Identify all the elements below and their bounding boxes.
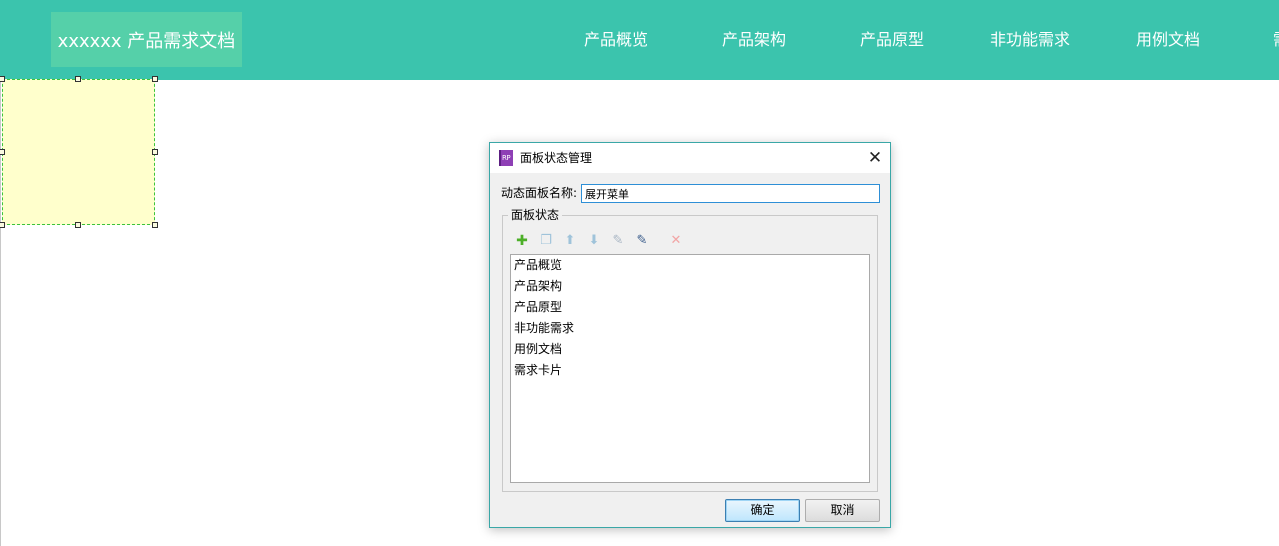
resize-handle-bottom-center[interactable]: [75, 222, 81, 228]
close-icon[interactable]: ✕: [864, 147, 886, 169]
nav-item-nonfunctional-requirements[interactable]: 非功能需求: [990, 29, 1070, 51]
move-down-icon[interactable]: ⬇: [586, 233, 602, 249]
dialog-title: 面板状态管理: [520, 151, 593, 165]
list-item[interactable]: 产品概览: [514, 255, 562, 276]
panel-name-label: 动态面板名称:: [501, 186, 578, 200]
nav-item-product-prototype[interactable]: 产品原型: [860, 29, 924, 51]
resize-handle-middle-left[interactable]: [0, 149, 5, 155]
cancel-button[interactable]: 取消: [805, 499, 880, 522]
edit-all-states-icon[interactable]: ✎: [634, 233, 650, 249]
duplicate-icon[interactable]: ❐: [538, 233, 554, 249]
panel-name-input[interactable]: [581, 184, 880, 203]
nav-item-requirements-cut[interactable]: 需: [1273, 29, 1279, 51]
nav-item-product-overview[interactable]: 产品概览: [584, 29, 648, 51]
resize-handle-top-left[interactable]: [0, 76, 5, 82]
list-item[interactable]: 需求卡片: [514, 360, 562, 381]
dialog-title-bar[interactable]: RP 面板状态管理 ✕: [490, 143, 890, 173]
nav-item-product-architecture[interactable]: 产品架构: [722, 29, 786, 51]
dynamic-panel-expand-menu[interactable]: [2, 79, 155, 225]
move-up-icon[interactable]: ⬆: [562, 233, 578, 249]
panel-states-list[interactable]: 产品概览 产品架构 产品原型 非功能需求 用例文档 需求卡片: [510, 254, 870, 483]
add-icon[interactable]: ✚: [514, 233, 530, 249]
list-item[interactable]: 产品原型: [514, 297, 562, 318]
top-navigation-bar: xxxxxx 产品需求文档 产品概览 产品架构 产品原型 非功能需求 用例文档 …: [0, 0, 1279, 80]
list-item[interactable]: 用例文档: [514, 339, 562, 360]
resize-handle-top-right[interactable]: [152, 76, 158, 82]
edit-state-icon[interactable]: ✎: [610, 233, 626, 249]
list-item[interactable]: 产品架构: [514, 276, 562, 297]
delete-icon[interactable]: ✕: [668, 233, 684, 249]
axure-rp-app-icon: RP: [499, 150, 513, 166]
resize-handle-bottom-left[interactable]: [0, 222, 5, 228]
site-logo[interactable]: xxxxxx 产品需求文档: [51, 12, 242, 67]
panel-states-group-label: 面板状态: [508, 208, 563, 222]
resize-handle-top-center[interactable]: [75, 76, 81, 82]
resize-handle-bottom-right[interactable]: [152, 222, 158, 228]
nav-item-use-case-docs[interactable]: 用例文档: [1136, 29, 1200, 51]
panel-state-manager-dialog: RP 面板状态管理 ✕ 动态面板名称: 面板状态 ✚ ❐ ⬆ ⬇ ✎ ✎ ✕ 产…: [489, 142, 891, 528]
list-item[interactable]: 非功能需求: [514, 318, 574, 339]
resize-handle-middle-right[interactable]: [152, 149, 158, 155]
ok-button[interactable]: 确定: [725, 499, 800, 522]
